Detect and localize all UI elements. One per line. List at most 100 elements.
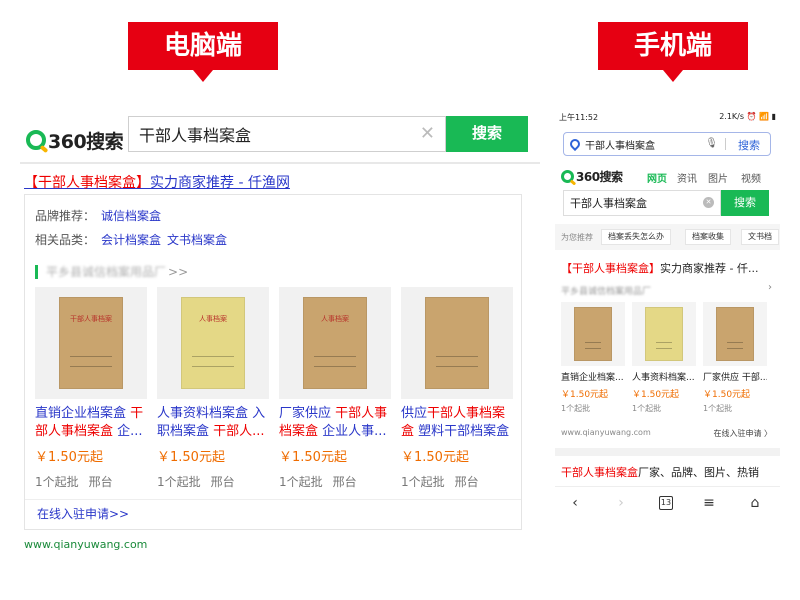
product-name[interactable]: 人事资料档案盒 入职档案盒 干部人...	[157, 405, 269, 441]
search-button[interactable]: 搜索	[446, 116, 528, 152]
folder-image: 人事档案	[303, 297, 367, 389]
product-meta: 1个起批 邢台	[35, 475, 113, 489]
tab-video[interactable]: 视频	[741, 170, 761, 185]
menu-icon[interactable]: ≡	[699, 495, 719, 511]
shop-more: >>	[168, 264, 189, 279]
tab-web[interactable]: 网页	[647, 170, 667, 185]
mobile-product-card[interactable]: 人事资料档案... ￥1.50元起 1个起批	[632, 302, 696, 414]
related-link[interactable]: 文书档案盒	[167, 233, 227, 247]
related-label: 相关品类：	[35, 233, 96, 247]
suggestion-chip[interactable]: 文书档	[741, 229, 779, 245]
product-meta: 1个起批 邢台	[279, 475, 357, 489]
product-name[interactable]: 人事资料档案...	[632, 370, 696, 383]
search-query: 干部人事档案盒	[139, 126, 252, 145]
home-icon[interactable]: ⌂	[745, 495, 765, 511]
apply-link[interactable]: 在线入驻申请>>	[37, 505, 129, 522]
brand-label: 品牌推荐：	[35, 209, 96, 223]
product-card[interactable]: 人事档案厂家供应 干部人事档案盒 企业人事... ￥1.50元起 1个起批 邢台	[279, 287, 391, 490]
product-price: ￥1.50元起	[401, 450, 469, 465]
forward-icon[interactable]: ›	[611, 495, 631, 511]
shop-accent	[35, 264, 38, 279]
mobile-search-input[interactable]: 干部人事档案盒 ✕	[563, 190, 721, 216]
location-icon	[567, 136, 583, 152]
suggestion-chip[interactable]: 档案丢失怎么办	[601, 229, 671, 245]
related-link[interactable]: 会计档案盒	[101, 233, 161, 247]
shop-link[interactable]: 平乡县诚信档案用品厂 >>	[35, 263, 188, 280]
product-image[interactable]	[561, 302, 625, 366]
mobile-result-title-2[interactable]: 干部人事档案盒厂家、品牌、图片、热销	[561, 464, 759, 480]
result-title-link[interactable]: 【干部人事档案盒】实力商家推荐 - 仟渔网	[24, 172, 290, 192]
suggestion-chip[interactable]: 档案收集	[685, 229, 731, 245]
folder-image	[645, 307, 683, 361]
product-card[interactable]: 供应干部人事档案盒 塑料干部档案盒 p... ￥1.50元起 1个起批邢台	[401, 287, 513, 490]
product-price: ￥1.50元起	[279, 450, 347, 465]
mobile-product-card[interactable]: 直销企业档案... ￥1.50元起 1个起批	[561, 302, 625, 414]
product-meta: 1个起批	[632, 404, 662, 413]
product-meta: 1个起批	[561, 404, 591, 413]
product-image[interactable]: 人事档案	[157, 287, 269, 399]
product-price: ￥1.50元起	[35, 450, 103, 465]
chevron-right-icon[interactable]: ›	[768, 282, 772, 293]
tab-news[interactable]: 资讯	[677, 170, 697, 185]
divider	[25, 499, 521, 500]
browser-toolbar: ‹ › 13 ≡ ⌂	[555, 486, 780, 520]
pc-logo[interactable]: 360搜索	[26, 122, 124, 158]
mobile-search-button[interactable]: 搜索	[721, 190, 769, 216]
mobile-banner: 手机端	[598, 22, 748, 82]
search-input[interactable]: 干部人事档案盒 ✕	[128, 116, 446, 152]
logo-text: 360搜索	[48, 130, 124, 153]
product-price: ￥1.50元起	[561, 390, 609, 400]
mobile-product-card[interactable]: 厂家供应 干部... ￥1.50元起 1个起批	[703, 302, 767, 414]
brand-link[interactable]: 诚信档案盒	[101, 209, 161, 223]
tabs-count-icon[interactable]: 13	[659, 496, 673, 510]
mobile-logo[interactable]: 360搜索	[561, 168, 623, 185]
mobile-result-title[interactable]: 【干部人事档案盒】实力商家推荐 - 仟...	[561, 260, 758, 276]
status-icons: 2.1K/s ⏰ 📶 ▮	[719, 112, 776, 121]
product-name[interactable]: 厂家供应 干部...	[703, 370, 767, 383]
logo-icon	[26, 130, 46, 150]
product-name[interactable]: 直销企业档案...	[561, 370, 625, 383]
shop-name: 平乡县诚信档案用品厂	[46, 265, 167, 279]
mobile-apply-link[interactable]: 在线入驻申请 〉	[713, 428, 772, 439]
product-price: ￥1.50元起	[632, 390, 680, 400]
separator	[725, 138, 726, 150]
product-image[interactable]	[703, 302, 767, 366]
folder-image	[574, 307, 612, 361]
logo-text: 360搜索	[576, 170, 623, 184]
product-name[interactable]: 厂家供应 干部人事档案盒 企业人事...	[279, 405, 391, 441]
related-row: 相关品类： 会计档案盒 文书档案盒	[35, 231, 227, 248]
product-card[interactable]: 干部人事档案直销企业档案盒 干部人事档案盒 企... ￥1.50元起 1个起批 邢台	[35, 287, 147, 490]
search-query: 干部人事档案盒	[570, 197, 647, 210]
product-image[interactable]	[632, 302, 696, 366]
clear-icon[interactable]: ✕	[703, 197, 714, 208]
mobile-nav: 360搜索 网页 资讯 图片 视频	[555, 166, 780, 190]
product-meta: 1个起批 邢台	[401, 475, 479, 489]
section-gap	[555, 448, 780, 456]
status-bar: 上午11:52 2.1K/s ⏰ 📶 ▮	[555, 110, 780, 124]
product-image[interactable]	[401, 287, 513, 399]
folder-image: 干部人事档案	[59, 297, 123, 389]
product-name[interactable]: 供应干部人事档案盒 塑料干部档案盒 p...	[401, 405, 513, 441]
result-card: 品牌推荐： 诚信档案盒 相关品类： 会计档案盒 文书档案盒 平乡县诚信档案用品厂 >>…	[24, 194, 522, 530]
mobile-screenshot: 上午11:52 2.1K/s ⏰ 📶 ▮ 干部人事档案盒 🎙 搜索 360搜索 …	[555, 110, 780, 520]
product-image[interactable]: 干部人事档案	[35, 287, 147, 399]
suggestion-label: 为您推荐	[561, 233, 593, 242]
folder-image: 人事档案	[181, 297, 245, 389]
address-search-button[interactable]: 搜索	[738, 137, 760, 153]
tab-images[interactable]: 图片	[708, 170, 728, 185]
clear-icon[interactable]: ✕	[420, 123, 435, 144]
mobile-shop-name[interactable]: 平乡县诚信档案用品厂	[561, 284, 651, 297]
product-name[interactable]: 直销企业档案盒 干部人事档案盒 企...	[35, 405, 147, 441]
folder-image	[716, 307, 754, 361]
product-image[interactable]: 人事档案	[279, 287, 391, 399]
brand-row: 品牌推荐： 诚信档案盒	[35, 207, 161, 224]
product-card[interactable]: 人事档案 人事资料档案盒 入职档案盒 干部人... ￥1.50元起 1个起批 邢台	[157, 287, 269, 490]
address-bar[interactable]: 干部人事档案盒 🎙 搜索	[563, 132, 771, 156]
product-price: ￥1.50元起	[157, 450, 225, 465]
back-icon[interactable]: ‹	[565, 495, 585, 511]
logo-icon	[561, 170, 574, 183]
divider	[20, 162, 540, 164]
product-meta: 1个起批	[703, 404, 733, 413]
pc-screenshot: 360搜索 干部人事档案盒 ✕ 搜索 【干部人事档案盒】实力商家推荐 - 仟渔网…	[0, 108, 540, 568]
microphone-icon[interactable]: 🎙	[705, 138, 718, 149]
